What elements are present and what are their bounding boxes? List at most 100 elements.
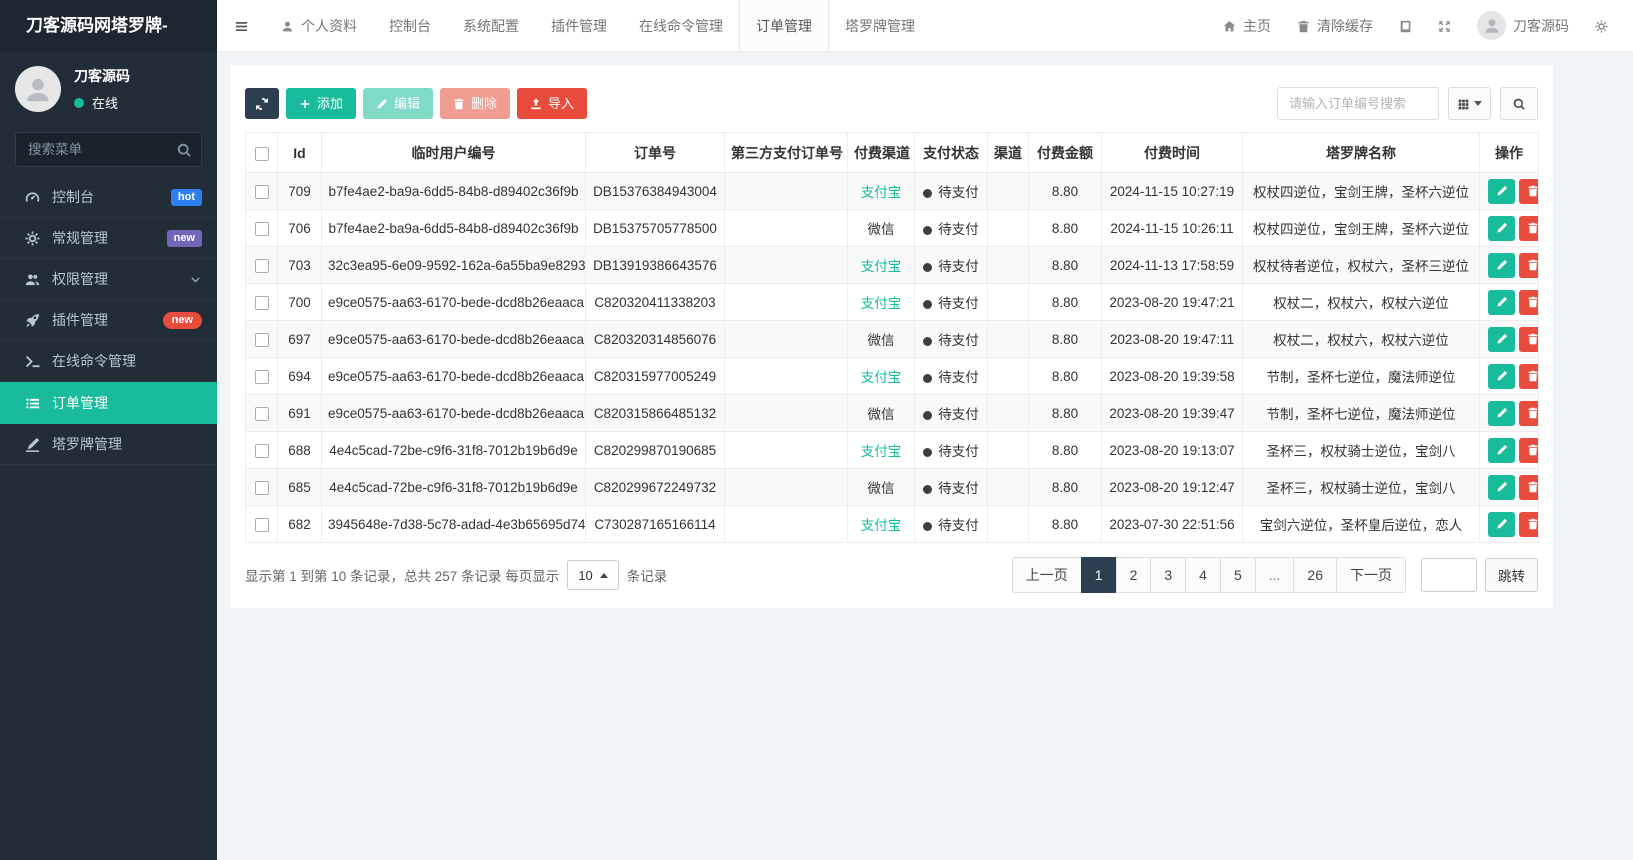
select-all-checkbox[interactable] [254,146,269,161]
pagination-page-4[interactable]: 4 [1185,557,1221,593]
sidebar-item-tarot[interactable]: 塔罗牌管理 [0,424,217,465]
order-search-input[interactable] [1277,87,1439,120]
row-checkbox[interactable] [254,221,269,236]
tab-addon-manage[interactable]: 插件管理 [535,0,623,51]
row-edit-button[interactable] [1488,511,1515,537]
cell-order-no: C730287165166114 [585,505,725,543]
pagination-next[interactable]: 下一页 [1336,557,1406,593]
row-edit-button[interactable] [1488,252,1515,278]
table-row[interactable]: 697 e9ce0575-aa63-6170-bede-dcd8b26eaaca… [245,320,1539,358]
row-delete-button[interactable] [1519,252,1538,278]
column-header-3[interactable]: 第三方支付订单号 [724,132,848,173]
add-button[interactable]: 添加 [286,88,357,119]
column-header-4[interactable]: 付费渠道 [847,132,915,173]
row-checkbox[interactable] [254,406,269,421]
cell-order-no: C820320411338203 [585,283,725,321]
pagination-page-1[interactable]: 1 [1080,557,1117,593]
row-edit-button[interactable] [1488,215,1515,241]
row-edit-button[interactable] [1488,363,1515,389]
row-checkbox[interactable] [254,443,269,458]
row-delete-button[interactable] [1519,474,1538,500]
edit-button[interactable]: 编辑 [363,88,434,119]
row-edit-button[interactable] [1488,178,1515,204]
columns-button[interactable] [1448,87,1491,120]
clear-cache-button[interactable]: 清除缓存 [1284,0,1386,51]
row-edit-button[interactable] [1488,289,1515,315]
tab-command-manage[interactable]: 在线命令管理 [623,0,739,51]
pagination-prev[interactable]: 上一页 [1011,557,1082,593]
cell-actions [1479,394,1539,432]
topnav-tabs: 个人资料 控制台 系统配置 插件管理 在线命令管理 订单管理 塔罗牌管理 [265,0,931,51]
table-row[interactable]: 691 e9ce0575-aa63-6170-bede-dcd8b26eaaca… [245,394,1539,432]
column-header-2[interactable]: 订单号 [585,132,725,173]
menu-search-input[interactable] [15,132,202,167]
page-jump-input[interactable] [1421,558,1477,592]
tab-dashboard[interactable]: 控制台 [373,0,447,51]
row-checkbox[interactable] [254,184,269,199]
refresh-button[interactable] [245,88,279,119]
tab-system-config[interactable]: 系统配置 [447,0,535,51]
row-checkbox[interactable] [254,258,269,273]
brand-logo[interactable]: 刀客源码网塔罗牌- [0,0,217,52]
table-row[interactable]: 685 4e4c5cad-72be-c9f6-31f8-7012b19b6d9e… [245,468,1539,506]
row-delete-button[interactable] [1519,437,1538,463]
column-header-8[interactable]: 付费时间 [1101,132,1243,173]
pagination-page-26[interactable]: 26 [1293,557,1337,593]
search-button[interactable] [1500,87,1538,120]
user-menu[interactable]: 刀客源码 [1464,0,1582,51]
table-row[interactable]: 709 b7fe4ae2-ba9a-6dd5-84b8-d89402c36f9b… [245,172,1539,210]
table-row[interactable]: 700 e9ce0575-aa63-6170-bede-dcd8b26eaaca… [245,283,1539,321]
table-row[interactable]: 706 b7fe4ae2-ba9a-6dd5-84b8-d89402c36f9b… [245,209,1539,247]
tab-order-manage[interactable]: 订单管理 [739,0,829,51]
row-delete-button[interactable] [1519,289,1538,315]
row-delete-button[interactable] [1519,511,1538,537]
sidebar-item-auth[interactable]: 权限管理 [0,259,217,300]
row-checkbox[interactable] [254,295,269,310]
row-checkbox[interactable] [254,480,269,495]
table-row[interactable]: 703 32c3ea95-6e09-9592-162a-6a55ba9e8293… [245,246,1539,284]
row-delete-button[interactable] [1519,400,1538,426]
menu-toggle-button[interactable] [217,0,265,51]
page-jump-button[interactable]: 跳转 [1485,558,1538,592]
table-row[interactable]: 688 4e4c5cad-72be-c9f6-31f8-7012b19b6d9e… [245,431,1539,469]
page-size-dropdown[interactable]: 10 [567,560,619,590]
fullscreen-button[interactable] [1425,0,1464,51]
table-row[interactable]: 694 e9ce0575-aa63-6170-bede-dcd8b26eaaca… [245,357,1539,395]
cell-pay-status: 待支付 [914,394,988,432]
column-header-5[interactable]: 支付状态 [914,132,988,173]
column-header-6[interactable]: 渠道 [987,132,1029,173]
row-delete-button[interactable] [1519,178,1538,204]
row-delete-button[interactable] [1519,215,1538,241]
column-header-1[interactable]: 临时用户编号 [321,132,586,173]
sidebar-item-addon[interactable]: 插件管理 new [0,300,217,341]
row-edit-button[interactable] [1488,400,1515,426]
pagination-page-3[interactable]: 3 [1150,557,1187,593]
row-checkbox[interactable] [254,369,269,384]
import-button[interactable]: 导入 [517,88,588,119]
tab-tarot-manage[interactable]: 塔罗牌管理 [829,0,931,51]
table-row[interactable]: 682 3945648e-7d38-5c78-adad-4e3b65695d74… [245,505,1539,543]
sidebar-item-order[interactable]: 订单管理 [0,382,217,424]
home-link[interactable]: 主页 [1210,0,1284,51]
settings-button[interactable] [1582,0,1621,51]
pagination-page-2[interactable]: 2 [1115,557,1152,593]
sidebar-item-command[interactable]: 在线命令管理 [0,341,217,382]
pagination-page-5[interactable]: 5 [1219,557,1256,593]
column-header-0[interactable]: Id [277,132,322,173]
column-header-10[interactable]: 操作 [1479,132,1539,173]
row-delete-button[interactable] [1519,326,1538,352]
row-edit-button[interactable] [1488,326,1515,352]
row-checkbox[interactable] [254,517,269,532]
column-header-7[interactable]: 付费金额 [1028,132,1102,173]
sidebar-item-general[interactable]: 常规管理 new [0,218,217,259]
column-header-9[interactable]: 塔罗牌名称 [1242,132,1480,173]
docs-button[interactable] [1386,0,1425,51]
sidebar-item-dashboard[interactable]: 控制台 hot [0,177,217,218]
row-edit-button[interactable] [1488,437,1515,463]
row-delete-button[interactable] [1519,363,1538,389]
row-checkbox[interactable] [254,332,269,347]
tab-profile[interactable]: 个人资料 [265,0,373,51]
delete-button[interactable]: 删除 [440,88,511,119]
row-edit-button[interactable] [1488,474,1515,500]
user-avatar [1477,11,1506,40]
